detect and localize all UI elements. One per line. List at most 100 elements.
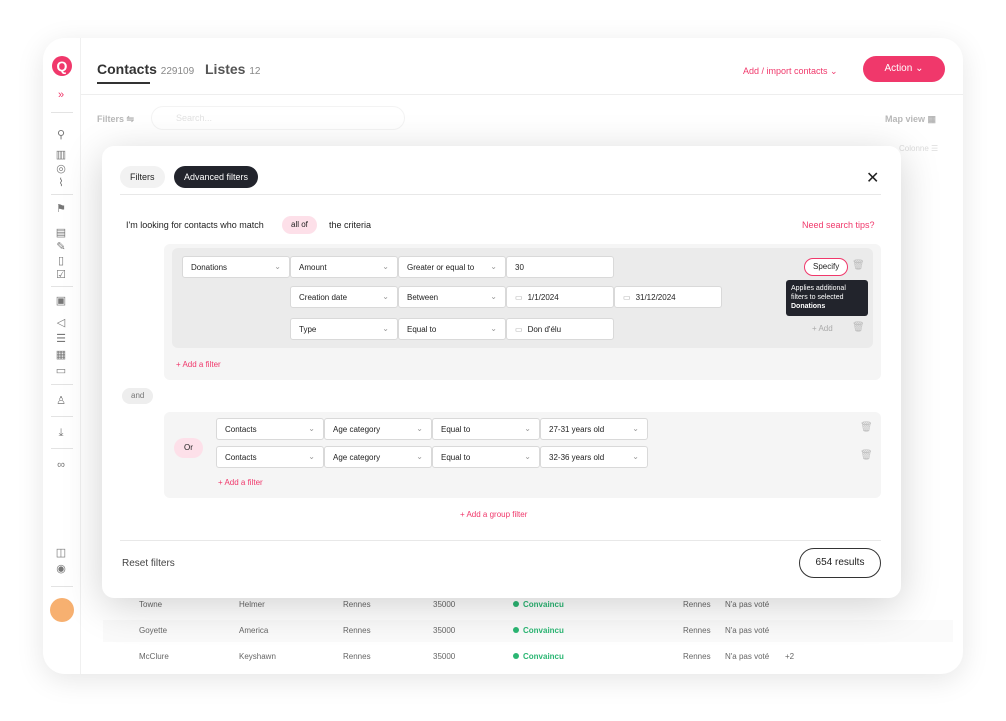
- columns-icon[interactable]: ▥: [53, 148, 69, 162]
- operator-select[interactable]: Equal to ⌄: [432, 446, 540, 468]
- active-tab-underline: [97, 82, 150, 84]
- chevron-down-icon: ⌄: [416, 452, 423, 461]
- divider: [120, 540, 881, 541]
- lists-count: 12: [249, 66, 261, 77]
- criteria-prefix: I'm looking for contacts who match: [126, 220, 264, 230]
- chevron-down-icon: ⌄: [490, 292, 497, 301]
- divider: [51, 112, 73, 113]
- close-icon[interactable]: ✕: [866, 168, 879, 188]
- layout-icon[interactable]: ◫: [53, 546, 69, 560]
- megaphone-icon[interactable]: ◁: [53, 316, 69, 330]
- field-select[interactable]: Creation date ⌄: [290, 286, 398, 308]
- field-select[interactable]: Age category ⌄: [324, 446, 432, 468]
- chevron-down-icon: ⌄: [524, 452, 531, 461]
- reset-filters-button[interactable]: Reset filters: [122, 558, 175, 569]
- value-select[interactable]: 27-31 years old ⌄: [540, 418, 648, 440]
- search-input[interactable]: Search...: [151, 106, 405, 130]
- criteria-suffix: the criteria: [329, 220, 372, 230]
- match-mode-select[interactable]: all of: [282, 216, 317, 234]
- columns-button[interactable]: Colonne ☰: [899, 144, 938, 153]
- operator-select[interactable]: Equal to ⌄: [432, 418, 540, 440]
- specify-tooltip: Applies additional filters to selected D…: [786, 280, 868, 316]
- download-icon[interactable]: ⤓: [53, 426, 69, 440]
- chevron-down-icon: ⌄: [524, 424, 531, 433]
- table-row[interactable]: McClure Keyshawn Rennes 35000 Convaincu …: [103, 646, 953, 668]
- chevron-down-icon: ⌄: [308, 424, 315, 433]
- date-from-input[interactable]: ▭ 1/1/2024: [506, 286, 614, 308]
- expand-icon[interactable]: »: [53, 88, 69, 102]
- trash-icon[interactable]: 🗑: [852, 260, 865, 271]
- and-label[interactable]: and: [122, 388, 154, 404]
- results-button[interactable]: 654 results: [799, 548, 881, 578]
- filters-toggle[interactable]: Filters ⇋: [97, 114, 134, 125]
- add-import-button[interactable]: Add / import contacts ⌄: [743, 66, 838, 77]
- trash-icon[interactable]: 🗑: [860, 422, 873, 433]
- help-icon[interactable]: ◉: [53, 562, 69, 576]
- edit-icon[interactable]: ✎: [53, 240, 69, 254]
- list-icon[interactable]: ☰: [53, 332, 69, 346]
- chevron-down-icon: ⌄: [382, 262, 389, 271]
- specify-button[interactable]: Specify: [804, 258, 849, 276]
- book-icon[interactable]: ▭: [53, 364, 69, 378]
- value-input[interactable]: 30: [506, 256, 614, 278]
- user-icon[interactable]: ♙: [53, 394, 69, 408]
- divider: [51, 586, 73, 587]
- divider: [120, 194, 881, 195]
- add-subfilter-button[interactable]: + Add: [812, 324, 833, 333]
- field-select[interactable]: Amount ⌄: [290, 256, 398, 278]
- check-icon[interactable]: ☑: [53, 268, 69, 282]
- value-select[interactable]: ▭ Don d'élu: [506, 318, 614, 340]
- doc-icon[interactable]: ▤: [53, 226, 69, 240]
- trash-icon[interactable]: 🗑: [852, 322, 865, 333]
- map-view-button[interactable]: Map view ▦: [885, 114, 936, 125]
- add-group-filter-button[interactable]: + Add a group filter: [460, 510, 527, 519]
- chevron-down-icon: ⌄: [382, 292, 389, 301]
- chevron-down-icon: ⌄: [632, 452, 639, 461]
- entity-select[interactable]: Contacts ⌄: [216, 418, 324, 440]
- message-icon[interactable]: ▣: [53, 294, 69, 308]
- sidebar: Q » ⚲ ▥ ◎ ⌇ ⚑ ▤ ✎ ▯ ☑ ▣ ◁ ☰ ▦ ▭ ♙ ⤓ ∞ ◫ …: [43, 38, 81, 674]
- operator-select[interactable]: Between ⌄: [398, 286, 506, 308]
- tab-filters[interactable]: Filters: [120, 166, 165, 188]
- add-filter-button[interactable]: + Add a filter: [176, 360, 221, 369]
- phone-icon[interactable]: ▯: [53, 254, 69, 268]
- divider: [51, 416, 73, 417]
- binoculars-icon[interactable]: ⚲: [53, 128, 69, 142]
- calendar-icon: ▭: [623, 293, 631, 302]
- trash-icon[interactable]: 🗑: [860, 450, 873, 461]
- chevron-down-icon: ⌄: [274, 262, 281, 271]
- form-icon[interactable]: ▦: [53, 348, 69, 362]
- contacts-count: 229109: [160, 66, 195, 77]
- chevron-down-icon: ⌄: [382, 324, 389, 333]
- field-select[interactable]: Age category ⌄: [324, 418, 432, 440]
- app-logo: Q: [52, 56, 72, 76]
- divider: [51, 194, 73, 195]
- search-tips-link[interactable]: Need search tips?: [802, 220, 875, 230]
- entity-select[interactable]: Contacts ⌄: [216, 446, 324, 468]
- action-button[interactable]: Action ⌄: [863, 56, 945, 82]
- value-select[interactable]: 32-36 years old ⌄: [540, 446, 648, 468]
- date-to-input[interactable]: ▭ 31/12/2024: [614, 286, 722, 308]
- target-icon[interactable]: ◎: [53, 162, 69, 176]
- page-title[interactable]: Contacts 229109: [97, 61, 194, 77]
- chevron-down-icon: ⌄: [308, 452, 315, 461]
- divider: [51, 286, 73, 287]
- chevron-down-icon: ⌄: [632, 424, 639, 433]
- divider: [81, 94, 963, 95]
- operator-select[interactable]: Greater or equal to ⌄: [398, 256, 506, 278]
- divider: [51, 448, 73, 449]
- link-icon[interactable]: ∞: [53, 458, 69, 472]
- add-filter-button[interactable]: + Add a filter: [218, 478, 263, 487]
- entity-select[interactable]: Donations ⌄: [182, 256, 290, 278]
- table-row[interactable]: Goyette America Rennes 35000 Convaincu R…: [103, 620, 953, 642]
- chart-icon[interactable]: ⌇: [53, 176, 69, 190]
- operator-select[interactable]: Equal to ⌄: [398, 318, 506, 340]
- tab-lists[interactable]: Listes 12: [205, 61, 260, 77]
- tab-advanced-filters[interactable]: Advanced filters: [174, 166, 259, 188]
- chevron-down-icon: ⌄: [490, 262, 497, 271]
- avatar[interactable]: [50, 598, 74, 622]
- or-label[interactable]: Or: [174, 438, 203, 458]
- flag-icon[interactable]: ⚑: [53, 202, 69, 216]
- advanced-filters-modal: Filters Advanced filters ✕ I'm looking f…: [102, 146, 901, 598]
- field-select[interactable]: Type ⌄: [290, 318, 398, 340]
